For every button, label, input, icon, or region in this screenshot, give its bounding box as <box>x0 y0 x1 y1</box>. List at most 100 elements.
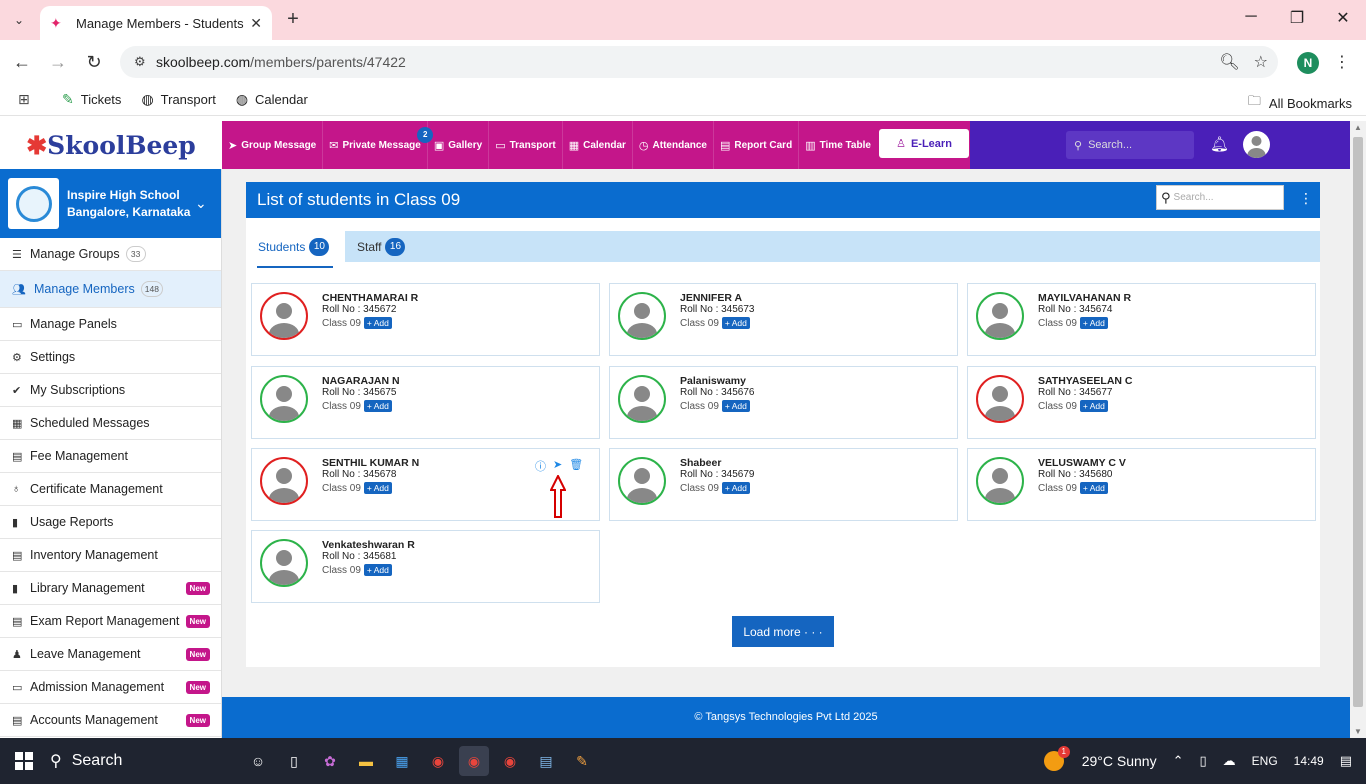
sidebar-item-admission-management[interactable]: ▭ Admission Management New <box>0 671 221 704</box>
sidebar-item-my-subscriptions[interactable]: ✔ My Subscriptions <box>0 374 221 407</box>
volume-icon[interactable]: ☁ <box>1223 753 1236 769</box>
add-parent-button[interactable]: + Add <box>721 400 750 412</box>
sidebar-item-exam-report-management[interactable]: ▤ Exam Report Management New <box>0 605 221 638</box>
menu-private-message[interactable]: ✉ Private Message 2 <box>323 121 434 169</box>
tab-close-icon[interactable]: ✕ <box>250 15 262 32</box>
chrome-active-icon[interactable]: ◉ <box>459 746 489 776</box>
taskbar-search[interactable]: ⚲ Search <box>50 751 240 771</box>
close-window-button[interactable]: ✕ <box>1328 8 1358 28</box>
menu-attendance[interactable]: ◷ Attendance <box>633 121 714 169</box>
file-explorer-icon[interactable]: ▬ <box>351 746 381 776</box>
new-tab-button[interactable]: + <box>282 8 304 32</box>
store-icon[interactable]: ▦ <box>387 746 417 776</box>
sidebar-item-leave-management[interactable]: ♟ Leave Management New <box>0 638 221 671</box>
weather-text[interactable]: 29°C Sunny <box>1082 753 1157 769</box>
forward-button[interactable]: → <box>46 50 70 74</box>
scroll-thumb[interactable] <box>1353 137 1363 707</box>
sidebar-item-library-management[interactable]: ▮ Library Management New <box>0 572 221 605</box>
bookmark-transport[interactable]: ◍ Transport <box>141 91 215 108</box>
omnibox[interactable]: ⚙ skoolbeep.com/members/parents/47422 🔍︎… <box>120 46 1278 78</box>
apps-grid-icon[interactable]: ⊞ <box>18 91 36 108</box>
header-search-input[interactable]: ⚲ Search... <box>1066 131 1194 159</box>
windows-start-button[interactable] <box>6 746 42 776</box>
sidebar-item-usage-reports[interactable]: ▮ Usage Reports <box>0 506 221 539</box>
site-info-icon[interactable]: ⚙ <box>134 54 152 70</box>
tab-staff[interactable]: Staff 16 <box>345 231 417 262</box>
student-card[interactable]: CHENTHAMARAI R Roll No : 345672 Class 09 + … <box>251 283 600 356</box>
skoolbeep-logo[interactable]: ✱SkoolBeep <box>0 121 222 169</box>
user-avatar[interactable] <box>1243 131 1270 158</box>
profile-avatar[interactable]: N <box>1297 52 1319 74</box>
chrome-profile-icon[interactable]: ◉ <box>495 746 525 776</box>
student-card[interactable]: Shabeer Roll No : 345679 Class 09 + Add <box>609 448 958 521</box>
student-card[interactable]: SATHYASEELAN C Roll No : 345677 Class 09 + … <box>967 366 1316 439</box>
back-button[interactable]: ← <box>10 50 34 74</box>
menu-report-card[interactable]: ▤ Report Card <box>714 121 800 169</box>
student-card[interactable]: JENNIFER A Roll No : 345673 Class 09 + Add <box>609 283 958 356</box>
student-card[interactable]: Palaniswamy Roll No : 345676 Class 09 + Add <box>609 366 958 439</box>
news-widget-icon[interactable]: ☺ <box>243 746 273 776</box>
add-parent-button[interactable]: + Add <box>721 482 750 494</box>
chevron-up-icon[interactable]: ⌃ <box>1173 753 1184 769</box>
sidebar-item-inventory-management[interactable]: ▤ Inventory Management <box>0 539 221 572</box>
copilot-icon[interactable]: ✿ <box>315 746 345 776</box>
sidebar-item-settings[interactable]: ⚙ Settings <box>0 341 221 374</box>
zoom-icon[interactable]: 🔍︎ <box>1219 52 1239 72</box>
bookmark-star-icon[interactable]: ☆ <box>1254 52 1268 72</box>
menu-time-table[interactable]: ▥ Time Table <box>799 121 877 169</box>
sidebar-item-certificate-management[interactable]: ♁ Certificate Management <box>0 473 221 506</box>
student-card[interactable]: MAYILVAHANAN R Roll No : 345674 Class 09 + … <box>967 283 1316 356</box>
sidebar-item-accounts-management[interactable]: ▤ Accounts Management New <box>0 704 221 737</box>
clock[interactable]: 14:49 <box>1294 754 1324 768</box>
menu-calendar[interactable]: ▦ Calendar <box>563 121 633 169</box>
sidebar-item-fee-management[interactable]: ▤ Fee Management <box>0 440 221 473</box>
notification-bell-icon[interactable]: 🔔︎ <box>1210 135 1229 153</box>
all-bookmarks[interactable]: 🗀 All Bookmarks <box>1248 92 1352 114</box>
sidebar-item-manage-members[interactable]: 👥︎ Manage Members 148 <box>0 271 221 308</box>
info-icon[interactable]: ⓘ <box>535 458 546 474</box>
student-card[interactable]: NAGARAJAN N Roll No : 345675 Class 09 + Add <box>251 366 600 439</box>
paint-icon[interactable]: ✎ <box>567 746 597 776</box>
elearn-button[interactable]: ♙ E-Learn <box>879 129 969 158</box>
browser-menu-icon[interactable]: ⋮ <box>1334 52 1350 72</box>
student-card[interactable]: VELUSWAMY C V Roll No : 345680 Class 09 + A… <box>967 448 1316 521</box>
bookmark-tickets[interactable]: ✎ Tickets <box>62 91 121 108</box>
load-more-button[interactable]: Load more · · · <box>732 616 834 647</box>
add-parent-button[interactable]: + Add <box>1079 400 1108 412</box>
chevron-down-icon[interactable]: ⌄ <box>195 195 221 212</box>
add-parent-button[interactable]: + Add <box>363 400 392 412</box>
task-view-icon[interactable]: ▯ <box>279 746 309 776</box>
reload-button[interactable]: ↻ <box>82 50 106 74</box>
add-parent-button[interactable]: + Add <box>721 317 750 329</box>
add-parent-button[interactable]: + Add <box>363 482 392 494</box>
trash-icon[interactable]: 🗑︎ <box>569 458 583 474</box>
bookmark-calendar[interactable]: ◍ Calendar <box>236 91 308 108</box>
menu-transport[interactable]: ▭ Transport <box>489 121 563 169</box>
notepad-icon[interactable]: ▤ <box>531 746 561 776</box>
add-parent-button[interactable]: + Add <box>1079 482 1108 494</box>
sidebar-item-scheduled-messages[interactable]: ▦ Scheduled Messages <box>0 407 221 440</box>
browser-tab[interactable]: ✦ Manage Members - Students ✕ <box>40 6 272 40</box>
send-icon[interactable]: ➤ <box>553 458 562 474</box>
add-parent-button[interactable]: + Add <box>363 317 392 329</box>
more-options-icon[interactable]: ⋮ <box>1299 190 1313 207</box>
school-selector[interactable]: Inspire High School Bangalore, Karnataka… <box>0 169 221 238</box>
student-card[interactable]: SENTHIL KUMAR N Roll No : 345678 Class 09 +… <box>251 448 600 521</box>
menu-group-message[interactable]: ➤ Group Message <box>222 121 324 169</box>
student-search-input[interactable]: ⚲ Search... <box>1156 185 1284 210</box>
minimize-button[interactable]: ─ <box>1236 8 1266 26</box>
tab-students[interactable]: Students 10 <box>246 231 345 268</box>
student-card[interactable]: Venkateshwaran R Roll No : 345681 Class 09… <box>251 530 600 603</box>
notifications-icon[interactable]: ▤ <box>1340 753 1352 769</box>
sidebar-item-manage-panels[interactable]: ▭ Manage Panels <box>0 308 221 341</box>
tab-search-button[interactable]: ⌄ <box>6 8 32 32</box>
add-parent-button[interactable]: + Add <box>363 564 392 576</box>
scroll-up-icon[interactable]: ▲ <box>1354 123 1362 132</box>
network-icon[interactable]: ▯ <box>1200 753 1207 769</box>
add-parent-button[interactable]: + Add <box>1079 317 1108 329</box>
sidebar-item-manage-groups[interactable]: ☰ Manage Groups 33 <box>0 238 221 271</box>
weather-icon[interactable]: 1 <box>1043 746 1070 771</box>
chrome-icon[interactable]: ◉ <box>423 746 453 776</box>
scroll-down-icon[interactable]: ▼ <box>1354 727 1362 736</box>
restore-button[interactable]: ❐ <box>1282 8 1312 28</box>
